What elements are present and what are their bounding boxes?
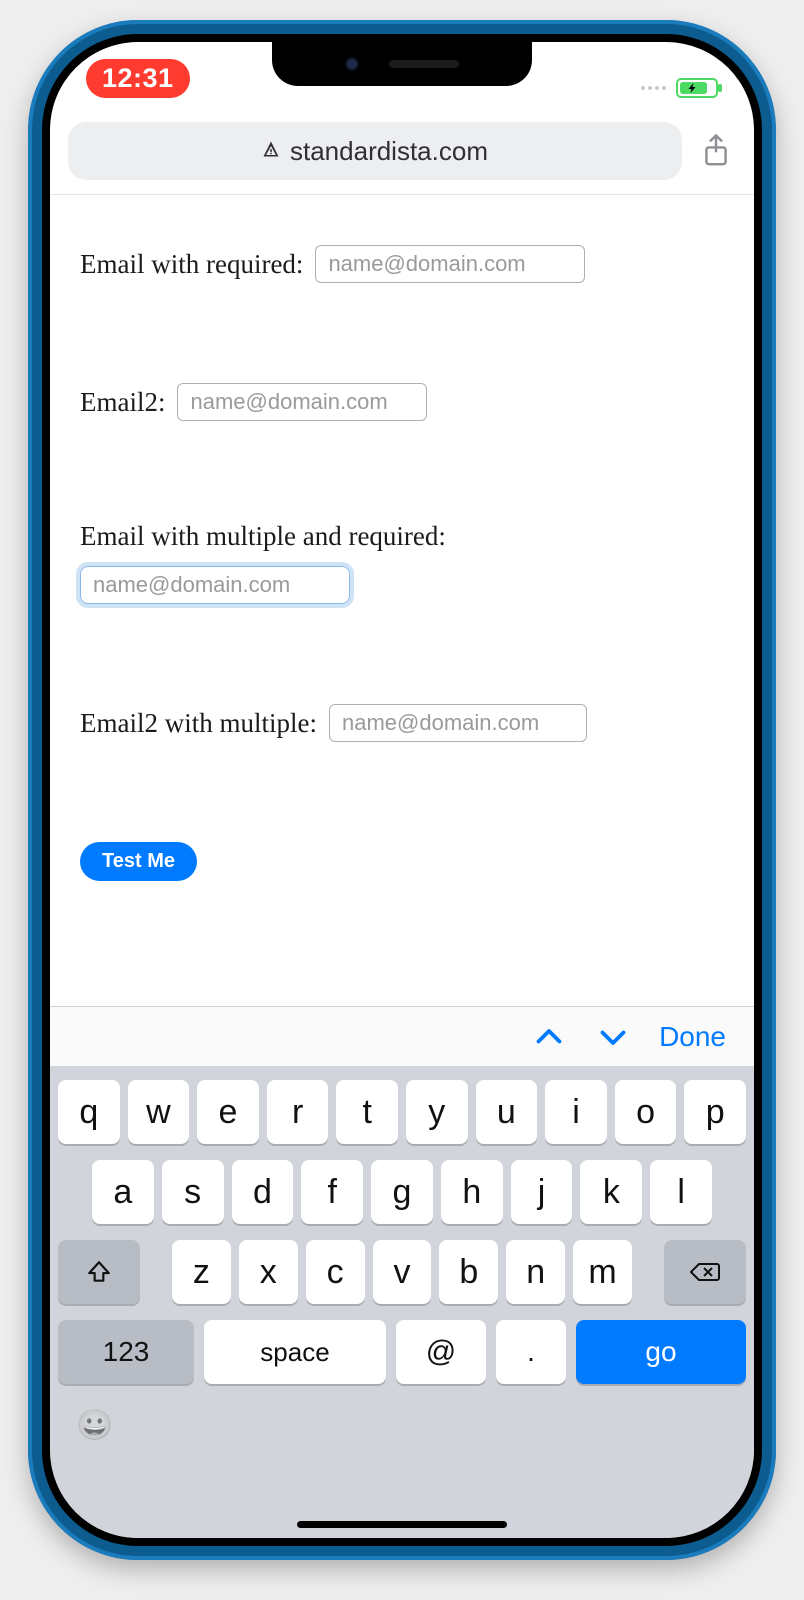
emoji-button[interactable]: 😀 (76, 1408, 113, 1443)
home-indicator[interactable] (297, 1521, 507, 1528)
input-email2-multiple[interactable] (329, 704, 587, 742)
key-j[interactable]: j (511, 1160, 573, 1224)
front-camera-icon (345, 57, 359, 71)
key-y[interactable]: y (406, 1080, 468, 1144)
input-email2[interactable] (177, 383, 427, 421)
input-email-multiple-required[interactable] (80, 566, 350, 604)
key-q[interactable]: q (58, 1080, 120, 1144)
notch (272, 42, 532, 86)
key-g[interactable]: g (371, 1160, 433, 1224)
key-go[interactable]: go (576, 1320, 746, 1384)
key-a[interactable]: a (92, 1160, 154, 1224)
key-dot[interactable]: . (496, 1320, 566, 1384)
battery-charging-icon (676, 78, 718, 98)
key-h[interactable]: h (441, 1160, 503, 1224)
share-button[interactable] (696, 131, 736, 171)
key-space[interactable]: space (204, 1320, 386, 1384)
key-s[interactable]: s (162, 1160, 224, 1224)
key-w[interactable]: w (128, 1080, 190, 1144)
key-c[interactable]: c (306, 1240, 365, 1304)
field-email-required: Email with required: (80, 245, 724, 283)
label-email-multiple-required: Email with multiple and required: (80, 521, 724, 552)
field-email2: Email2: (80, 383, 724, 421)
key-f[interactable]: f (301, 1160, 363, 1224)
key-i[interactable]: i (545, 1080, 607, 1144)
input-email-required[interactable] (315, 245, 585, 283)
key-t[interactable]: t (336, 1080, 398, 1144)
key-r[interactable]: r (267, 1080, 329, 1144)
url-text: standardista.com (290, 136, 488, 167)
done-button[interactable]: Done (659, 1021, 726, 1053)
field-email2-multiple: Email2 with multiple: (80, 704, 724, 742)
cellular-signal-icon (641, 86, 666, 90)
key-d[interactable]: d (232, 1160, 294, 1224)
key-u[interactable]: u (476, 1080, 538, 1144)
key-backspace[interactable] (664, 1240, 746, 1304)
keyboard-accessory-bar: Done (50, 1006, 754, 1066)
field-email-multiple-required: Email with multiple and required: (80, 521, 724, 604)
virtual-keyboard: qwertyuiop asdfghjkl zxcvbnm 123 space @… (50, 1066, 754, 1538)
key-b[interactable]: b (439, 1240, 498, 1304)
phone-frame: 12:31 standardista.com (28, 20, 776, 1560)
label-email2: Email2: (80, 387, 165, 418)
key-v[interactable]: v (373, 1240, 432, 1304)
key-at[interactable]: @ (396, 1320, 486, 1384)
key-k[interactable]: k (580, 1160, 642, 1224)
label-email-required: Email with required: (80, 249, 303, 280)
submit-button[interactable]: Test Me (80, 842, 197, 881)
key-123[interactable]: 123 (58, 1320, 194, 1384)
key-m[interactable]: m (573, 1240, 632, 1304)
prev-field-button[interactable] (531, 1019, 567, 1055)
key-p[interactable]: p (684, 1080, 746, 1144)
key-shift[interactable] (58, 1240, 140, 1304)
key-z[interactable]: z (172, 1240, 231, 1304)
key-x[interactable]: x (239, 1240, 298, 1304)
key-n[interactable]: n (506, 1240, 565, 1304)
speaker-icon (389, 60, 459, 68)
not-secure-icon (262, 140, 280, 163)
page-content: Email with required: Email2: Email with … (50, 195, 754, 881)
status-time[interactable]: 12:31 (86, 59, 190, 98)
next-field-button[interactable] (595, 1019, 631, 1055)
address-bar[interactable]: standardista.com (68, 122, 682, 180)
key-l[interactable]: l (650, 1160, 712, 1224)
label-email2-multiple: Email2 with multiple: (80, 708, 317, 739)
key-o[interactable]: o (615, 1080, 677, 1144)
key-e[interactable]: e (197, 1080, 259, 1144)
